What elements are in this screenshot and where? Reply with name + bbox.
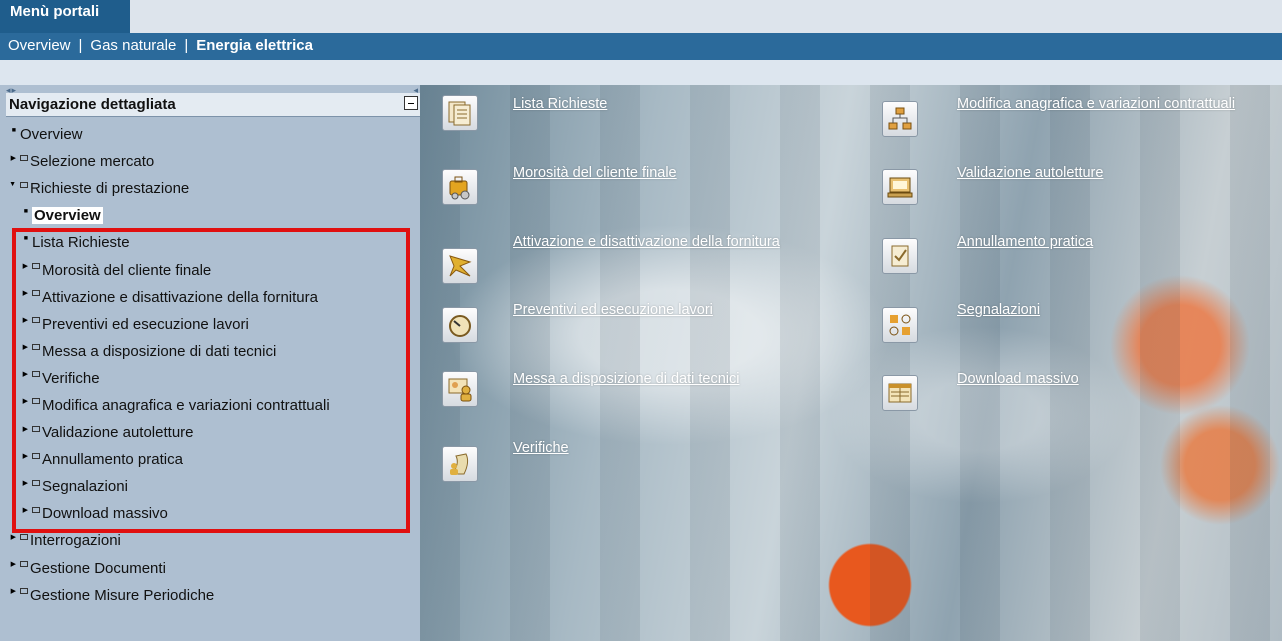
expand-arrow-icon[interactable]: ▶: [12, 479, 32, 487]
navigation-tree: ■ Overview ▶ Selezione mercato ▼ Richies…: [0, 121, 420, 609]
notepad-check-icon[interactable]: [882, 238, 918, 274]
content-area: Lista Richieste Morosità del cliente fin…: [420, 85, 1282, 641]
detailed-navigation-panel: ◂▸ ◂ Navigazione dettagliata ■ Overview …: [0, 85, 420, 641]
folder-icon: [32, 452, 40, 459]
sidebar-title: Navigazione dettagliata: [9, 96, 176, 113]
sidebar-header: Navigazione dettagliata: [6, 93, 420, 117]
bullet-icon: ■: [23, 235, 28, 243]
tree-item-interrogazioni[interactable]: ▶ Interrogazioni: [0, 527, 420, 554]
map-person-icon[interactable]: [442, 446, 478, 482]
shapes-grid-icon[interactable]: [882, 307, 918, 343]
folder-icon: [20, 533, 28, 540]
expand-arrow-icon[interactable]: ▶: [12, 506, 32, 514]
tree-item-annullamento-pratica[interactable]: ▶ Annullamento pratica: [0, 446, 420, 473]
expand-arrow-icon[interactable]: ▶: [0, 587, 20, 595]
tree-item-morosita[interactable]: ▶ Morosità del cliente finale: [0, 256, 420, 283]
link-download-massivo[interactable]: Download massivo: [957, 371, 1079, 387]
portal-menu-title[interactable]: Menù portali: [0, 0, 130, 33]
table-sheet-icon[interactable]: [882, 375, 918, 411]
tree-item-validazione-autoletture[interactable]: ▶ Validazione autoletture: [0, 419, 420, 446]
bullet-icon: ■: [11, 127, 16, 135]
top-bar: Menù portali: [0, 0, 1282, 33]
nav-gas-naturale[interactable]: Gas naturale: [90, 37, 176, 54]
nav-separator: |: [78, 37, 83, 54]
folder-icon: [32, 506, 40, 513]
tree-item-gestione-documenti[interactable]: ▶ Gestione Documenti: [0, 555, 420, 582]
link-verifiche[interactable]: Verifiche: [513, 440, 569, 456]
expand-arrow-icon[interactable]: ▶: [12, 452, 32, 460]
expand-arrow-icon[interactable]: ▶: [12, 370, 32, 378]
top-navigation: Overview | Gas naturale | Energia elettrica: [0, 33, 1282, 60]
folder-icon: [20, 154, 28, 161]
nav-separator: |: [184, 37, 189, 54]
link-preventivi[interactable]: Preventivi ed esecuzione lavori: [513, 302, 713, 318]
folder-icon: [20, 561, 28, 568]
tree-item-verifiche[interactable]: ▶ Verifiche: [0, 365, 420, 392]
laptop-icon[interactable]: [882, 169, 918, 205]
nav-overview[interactable]: Overview: [8, 37, 71, 54]
tree-item-gestione-misure-periodiche[interactable]: ▶ Gestione Misure Periodiche: [0, 582, 420, 609]
tree-item-segnalazioni[interactable]: ▶ Segnalazioni: [0, 473, 420, 500]
folder-icon: [32, 290, 40, 297]
link-modifica-anagrafica[interactable]: Modifica anagrafica e variazioni contrat…: [957, 96, 1235, 112]
toolbar-strip: [0, 60, 1282, 85]
link-attivazione[interactable]: Attivazione e disattivazione della forni…: [513, 234, 780, 250]
link-annullamento-pratica[interactable]: Annullamento pratica: [957, 234, 1093, 250]
folder-icon: [32, 344, 40, 351]
document-list-icon[interactable]: [442, 95, 478, 131]
gauge-icon[interactable]: [442, 307, 478, 343]
tree-item-richieste-di-prestazione[interactable]: ▼ Richieste di prestazione: [0, 175, 420, 202]
id-card-person-icon[interactable]: [442, 371, 478, 407]
tree-item-attivazione[interactable]: ▶ Attivazione e disattivazione della for…: [0, 284, 420, 311]
folder-icon: [32, 425, 40, 432]
expand-arrow-icon[interactable]: ▶: [0, 154, 20, 162]
star-burst-icon[interactable]: [442, 248, 478, 284]
expand-arrow-icon[interactable]: ▶: [12, 289, 32, 297]
tree-item-selezione-mercato[interactable]: ▶ Selezione mercato: [0, 148, 420, 175]
expand-arrow-icon[interactable]: ▶: [12, 343, 32, 351]
tree-item-overview-current[interactable]: ■ Overview: [0, 202, 420, 229]
folder-icon: [20, 588, 28, 595]
tree-item-download-massivo[interactable]: ▶ Download massivo: [0, 500, 420, 527]
expand-arrow-icon[interactable]: ▶: [12, 316, 32, 324]
link-messa-a-disposizione[interactable]: Messa a disposizione di dati tecnici: [513, 371, 739, 387]
expand-arrow-icon[interactable]: ▶: [12, 262, 32, 270]
tree-item-messa-a-disposizione[interactable]: ▶ Messa a disposizione di dati tecnici: [0, 338, 420, 365]
tree-item-overview[interactable]: ■ Overview: [0, 121, 420, 148]
expand-arrow-icon[interactable]: ▶: [12, 425, 32, 433]
link-validazione-autoletture[interactable]: Validazione autoletture: [957, 165, 1103, 181]
luggage-coins-icon[interactable]: [442, 169, 478, 205]
tree-item-modifica-anagrafica[interactable]: ▶ Modifica anagrafica e variazioni contr…: [0, 392, 420, 419]
nav-energia-elettrica[interactable]: Energia elettrica: [196, 37, 313, 54]
collapse-arrow-icon[interactable]: ▼: [0, 181, 20, 188]
expand-arrow-icon[interactable]: ▶: [0, 560, 20, 568]
folder-icon: [32, 371, 40, 378]
link-lista-richieste[interactable]: Lista Richieste: [513, 96, 607, 112]
link-segnalazioni[interactable]: Segnalazioni: [957, 302, 1040, 318]
folder-icon: [32, 479, 40, 486]
folder-icon: [20, 181, 28, 188]
bullet-icon: ■: [23, 208, 28, 216]
tree-item-lista-richieste[interactable]: ■ Lista Richieste: [0, 229, 420, 256]
collapse-icon[interactable]: [404, 96, 418, 110]
tree-item-preventivi[interactable]: ▶ Preventivi ed esecuzione lavori: [0, 311, 420, 338]
expand-arrow-icon[interactable]: ▶: [0, 533, 20, 541]
folder-icon: [32, 398, 40, 405]
link-morosita[interactable]: Morosità del cliente finale: [513, 165, 677, 181]
org-chart-icon[interactable]: [882, 101, 918, 137]
folder-icon: [32, 263, 40, 270]
folder-icon: [32, 317, 40, 324]
expand-arrow-icon[interactable]: ▶: [12, 397, 32, 405]
